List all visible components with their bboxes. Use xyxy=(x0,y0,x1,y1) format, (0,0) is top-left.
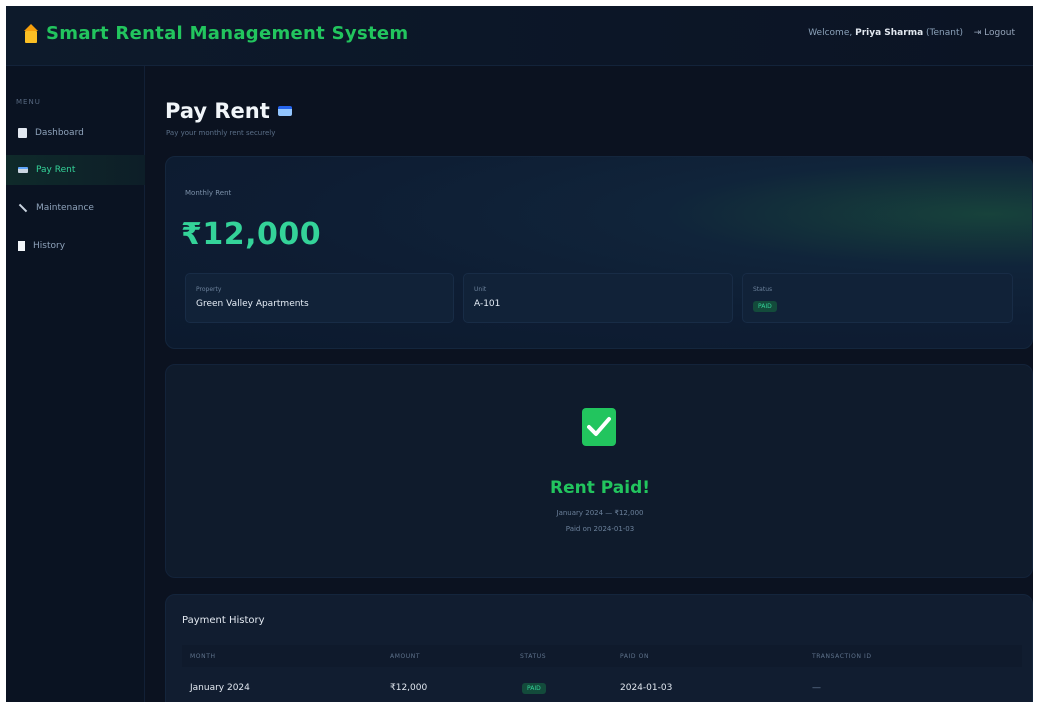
rent-amount: ₹12,000 xyxy=(181,217,322,252)
document-icon xyxy=(18,241,25,251)
main-content: Pay Rent Pay your monthly rent securely … xyxy=(146,66,1033,702)
paid-title: Rent Paid! xyxy=(550,478,650,498)
sidebar-item-label: Pay Rent xyxy=(36,165,76,175)
property-info: Property Green Valley Apartments xyxy=(185,273,454,323)
status-badge: PAID xyxy=(753,301,777,312)
credit-card-icon xyxy=(277,106,292,116)
logout-button[interactable]: ⇥ Logout xyxy=(968,25,1021,41)
sidebar-item-dashboard[interactable]: Dashboard xyxy=(6,118,145,148)
credit-card-icon xyxy=(18,167,28,173)
sidebar-item-label: Dashboard xyxy=(35,128,84,138)
sidebar-item-pay-rent[interactable]: Pay Rent xyxy=(6,155,145,185)
cell-month: January 2024 xyxy=(190,683,250,693)
property-value: Green Valley Apartments xyxy=(196,299,309,309)
sidebar-item-maintenance[interactable]: Maintenance xyxy=(6,193,145,223)
unit-info: Unit A-101 xyxy=(463,273,733,323)
paid-summary: January 2024 — ₹12,000 xyxy=(556,509,644,517)
house-icon xyxy=(24,23,38,44)
brand: Smart Rental Management System xyxy=(24,23,408,44)
status-info: Status PAID xyxy=(742,273,1013,323)
check-icon xyxy=(582,408,616,446)
rent-paid-card: Rent Paid! January 2024 — ₹12,000 Paid o… xyxy=(165,364,1033,578)
app-window: Smart Rental Management System Welcome, … xyxy=(6,6,1033,702)
cell-paid-on: 2024-01-03 xyxy=(620,683,673,693)
column-header-month: MONTH xyxy=(190,653,216,660)
column-header-transaction-id: TRANSACTION ID xyxy=(812,653,872,660)
sidebar-item-history[interactable]: History xyxy=(6,231,145,261)
menu-heading: MENU xyxy=(16,98,41,106)
sidebar: MENU Dashboard Pay Rent Maintenance Hist… xyxy=(6,66,145,702)
cell-transaction-id: — xyxy=(812,683,821,693)
welcome-prefix: Welcome, xyxy=(808,28,853,38)
sidebar-item-label: History xyxy=(33,241,66,251)
page-title-text: Pay Rent xyxy=(165,99,270,123)
sidebar-item-label: Maintenance xyxy=(36,203,94,213)
history-title: Payment History xyxy=(182,615,265,626)
app-title: Smart Rental Management System xyxy=(46,23,409,44)
user-role: (Tenant) xyxy=(926,28,963,38)
welcome-text: Welcome, Priya Sharma (Tenant) xyxy=(808,28,963,38)
column-header-amount: AMOUNT xyxy=(390,653,421,660)
page-title: Pay Rent xyxy=(165,99,292,123)
unit-value: A-101 xyxy=(474,299,501,309)
clipboard-icon xyxy=(18,128,27,138)
table-header xyxy=(182,645,1022,667)
status-label: Status xyxy=(753,286,773,293)
user-name: Priya Sharma xyxy=(855,28,924,38)
page-subtitle: Pay your monthly rent securely xyxy=(166,129,276,137)
column-header-paid-on: PAID ON xyxy=(620,653,650,660)
rent-label: Monthly Rent xyxy=(185,189,232,197)
top-bar: Smart Rental Management System Welcome, … xyxy=(6,6,1033,66)
unit-label: Unit xyxy=(474,286,487,293)
column-header-status: STATUS xyxy=(520,653,547,660)
paid-date: Paid on 2024-01-03 xyxy=(565,525,635,533)
wrench-icon xyxy=(18,203,28,213)
rent-summary-card: Monthly Rent ₹12,000 Property Green Vall… xyxy=(165,156,1033,349)
cell-amount: ₹12,000 xyxy=(390,683,428,693)
cell-status-badge: PAID xyxy=(522,683,546,694)
payment-history-card: Payment History MONTH AMOUNT STATUS PAID… xyxy=(165,594,1033,702)
property-label: Property xyxy=(196,286,222,293)
